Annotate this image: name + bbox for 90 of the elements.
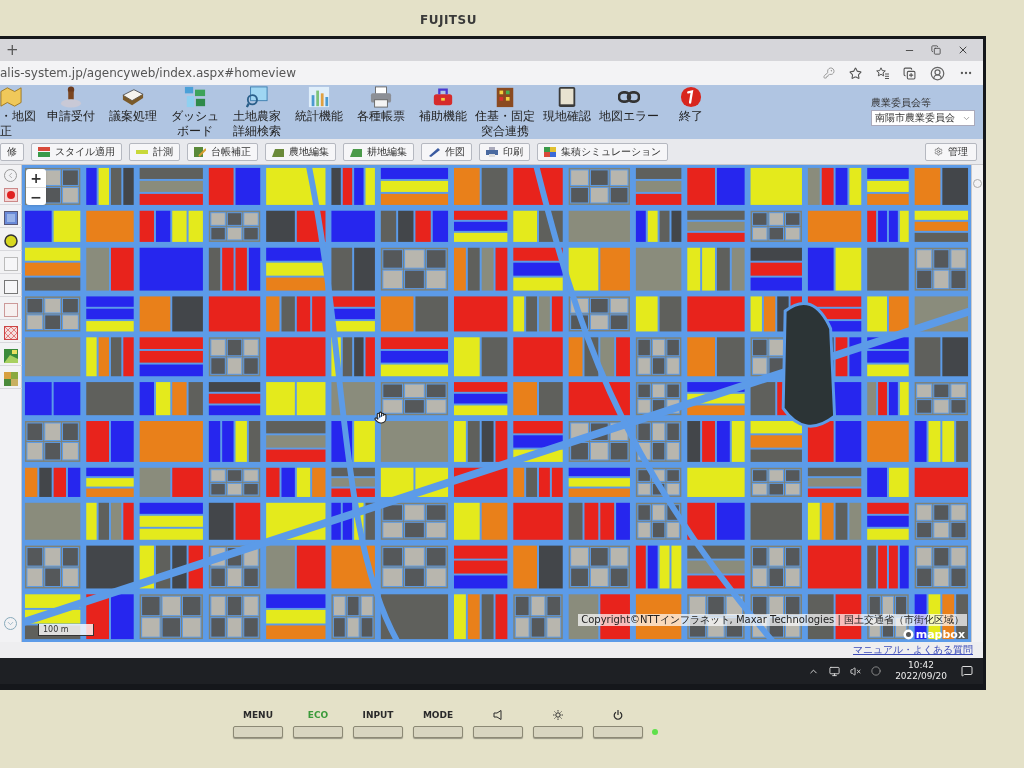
polygon-layer-icon bbox=[3, 211, 18, 225]
monitor-search-icon bbox=[246, 86, 268, 108]
pencil-icon bbox=[428, 146, 440, 157]
toolbar-button[interactable]: 議案処理 bbox=[102, 86, 164, 123]
toolbar-button[interactable]: ・地図 正 bbox=[0, 86, 40, 138]
book-icon bbox=[122, 86, 144, 108]
toolbar-button[interactable]: 統計機能 bbox=[288, 86, 350, 123]
organization-label: 農業委員会等 bbox=[871, 98, 932, 108]
building-icon bbox=[494, 86, 516, 108]
restore-icon[interactable] bbox=[931, 45, 941, 55]
organization-select[interactable]: 南陽市農業委員会 bbox=[871, 110, 975, 126]
button-label: INPUT bbox=[362, 711, 394, 720]
toolbar-button[interactable]: 申請受付 bbox=[40, 86, 102, 123]
printer-icon bbox=[486, 146, 498, 157]
blank-layer-icon bbox=[3, 280, 18, 294]
map-tool-button[interactable]: 計測 bbox=[129, 142, 180, 161]
map-tool-button[interactable]: 耕地編集 bbox=[343, 142, 414, 161]
tablet-icon bbox=[556, 86, 578, 108]
folded-map-icon bbox=[0, 86, 22, 108]
field-icon bbox=[350, 146, 362, 157]
monitor-button[interactable] bbox=[293, 726, 343, 738]
hatch-layer-icon bbox=[3, 326, 18, 340]
hand-cursor-icon bbox=[374, 411, 387, 424]
map-tool-button[interactable]: 作図 bbox=[421, 142, 472, 161]
address-field[interactable]: alis-system.jp/agencyweb/index.aspx#homeview bbox=[0, 64, 296, 82]
button-label: ECO bbox=[307, 711, 329, 720]
favorites-icon[interactable] bbox=[876, 67, 889, 79]
taskbar-time[interactable]: 10:42 bbox=[908, 660, 935, 671]
exit-icon bbox=[680, 86, 702, 108]
map-tool-button[interactable]: 農地編集 bbox=[265, 142, 336, 161]
gear-icon bbox=[934, 147, 943, 156]
taskbar-date[interactable]: 2022/09/20 bbox=[895, 671, 947, 682]
monitor-button[interactable] bbox=[413, 726, 463, 738]
grid-map-icon bbox=[544, 146, 556, 157]
network-icon[interactable] bbox=[829, 665, 841, 677]
logo-text: mapbox bbox=[915, 629, 965, 640]
monitor-button[interactable] bbox=[353, 726, 403, 738]
collections-icon[interactable] bbox=[903, 66, 916, 80]
profile-avatar-icon[interactable] bbox=[930, 65, 945, 81]
brand-logo: FUJITSU bbox=[420, 12, 477, 29]
power-icon bbox=[613, 710, 623, 720]
monitor-button[interactable] bbox=[473, 726, 523, 738]
key-icon[interactable] bbox=[823, 67, 835, 79]
layers-icon bbox=[38, 146, 50, 157]
toolbar-button[interactable]: 補助機能 bbox=[412, 86, 474, 123]
map-tool-button[interactable]: スタイル適用 bbox=[31, 142, 122, 161]
zoom-out-button[interactable]: − bbox=[26, 187, 46, 205]
star-add-icon[interactable] bbox=[849, 66, 862, 80]
toolbar-button[interactable]: 現地確認 bbox=[536, 86, 598, 123]
stamp-icon bbox=[60, 86, 82, 108]
status-circle-icon[interactable] bbox=[871, 666, 882, 676]
map-tool-button[interactable]: 修 bbox=[0, 142, 24, 161]
admin-button[interactable]: 管理 bbox=[925, 142, 977, 161]
tile-layer-icon bbox=[3, 372, 18, 386]
blank-layer-icon bbox=[3, 303, 18, 317]
scale-bar: 100 m bbox=[38, 624, 94, 636]
new-tab-button[interactable]: + bbox=[6, 42, 19, 58]
toolbox-icon bbox=[432, 86, 454, 108]
sun-icon bbox=[553, 710, 563, 720]
button-label: MENU bbox=[243, 711, 273, 720]
point-layer-icon bbox=[3, 188, 18, 202]
map-attribution: Copyright©NTTインフラネット, Maxar Technologies | 国土交通省（市街化区域） bbox=[578, 614, 967, 626]
monitor-button[interactable] bbox=[593, 726, 643, 738]
zoom-in-button[interactable]: + bbox=[26, 169, 46, 187]
close-icon[interactable] bbox=[957, 44, 969, 56]
button-label: MODE bbox=[422, 711, 454, 720]
volume-muted-icon[interactable] bbox=[850, 665, 862, 677]
map-tool-button[interactable]: 集積シミュレーション bbox=[537, 142, 668, 161]
toolbar-button[interactable]: 地図エラー bbox=[598, 86, 660, 123]
toolbar-button[interactable]: 土地農家 詳細検索 bbox=[226, 86, 288, 138]
bar-chart-icon bbox=[308, 86, 330, 108]
monitor-button[interactable] bbox=[233, 726, 283, 738]
dashboard-icon bbox=[184, 86, 206, 108]
speaker-icon bbox=[493, 710, 503, 720]
parcel-map-drawing[interactable] bbox=[22, 165, 971, 642]
manual-faq-link[interactable]: マニュアル・よくある質問 bbox=[853, 645, 973, 655]
book-edit-icon bbox=[194, 146, 206, 157]
field-icon bbox=[272, 146, 284, 157]
logo-mark-icon bbox=[902, 629, 914, 640]
circle-layer-icon bbox=[3, 234, 18, 248]
toolbar-button[interactable]: 各種帳票 bbox=[350, 86, 412, 123]
image-layer-icon bbox=[3, 349, 18, 363]
map-tool-button[interactable]: 台帳補正 bbox=[187, 142, 258, 161]
notification-icon[interactable] bbox=[961, 665, 973, 677]
toolbar-button[interactable]: ダッシュ ボード bbox=[164, 86, 226, 138]
map-tool-button[interactable]: 印刷 bbox=[479, 142, 530, 161]
monitor-button[interactable] bbox=[533, 726, 583, 738]
toolbar-button[interactable]: 終了 bbox=[660, 86, 722, 123]
toolbar-button[interactable]: 住基・固定 突合連携 bbox=[474, 86, 536, 138]
blank-layer-icon bbox=[3, 257, 18, 271]
